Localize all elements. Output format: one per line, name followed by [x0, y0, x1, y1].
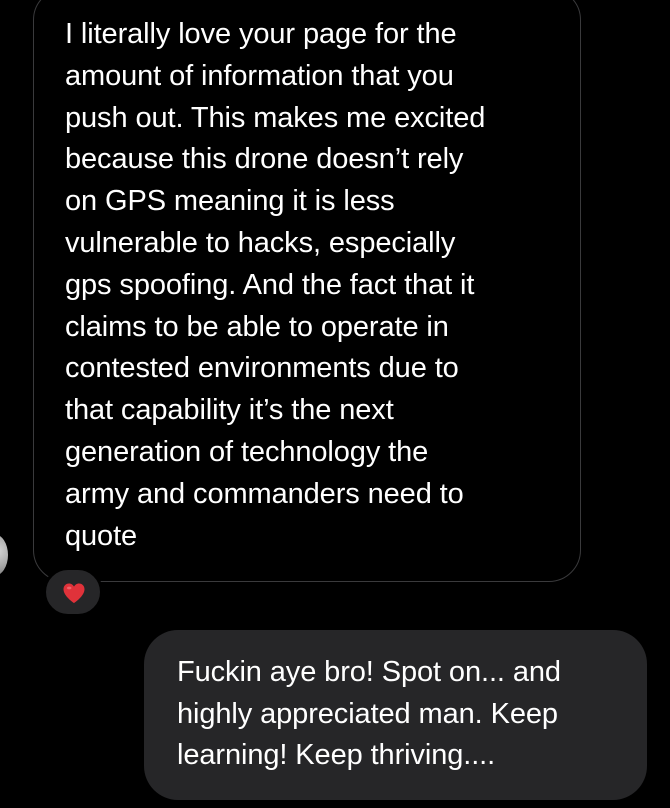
red-heart-icon	[63, 583, 85, 603]
incoming-message-text: I literally love your page for the amoun…	[65, 18, 486, 552]
message-reaction[interactable]	[43, 567, 103, 617]
outgoing-message-text: Fuckin aye bro! Spot on... and highly ap…	[177, 656, 561, 771]
sender-avatar[interactable]	[0, 534, 8, 576]
